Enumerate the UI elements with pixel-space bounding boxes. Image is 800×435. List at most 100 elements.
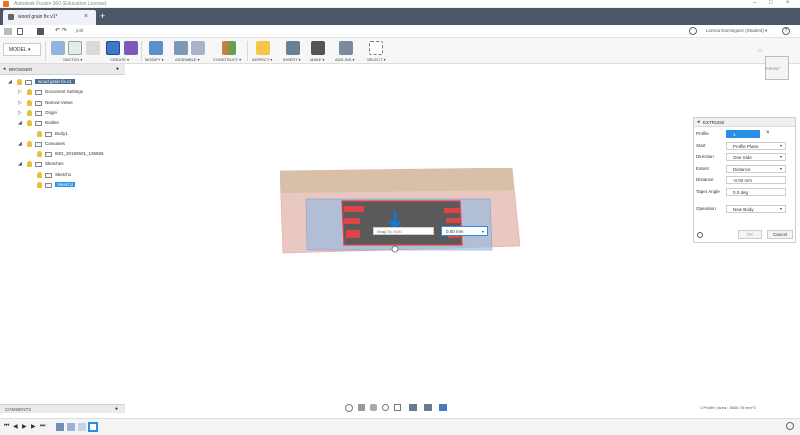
extrude-row-field[interactable]: 1 selected (726, 130, 760, 142)
clock-icon[interactable] (689, 27, 697, 35)
viewports-icon[interactable] (439, 404, 447, 411)
canvas-image-view[interactable] (280, 168, 520, 255)
browser-item[interactable]: Body1 (0, 130, 125, 139)
new-tab-button[interactable]: + (100, 11, 105, 21)
play-icon[interactable]: ▶ (22, 423, 27, 430)
go-to-start-icon[interactable]: ⏮ (4, 423, 9, 430)
pin-icon[interactable]: ● (116, 66, 119, 72)
extrude-icon[interactable] (106, 41, 120, 55)
add-ins-group-label[interactable]: ADD-INS ▾ (335, 57, 355, 62)
timeline-sketch-icon[interactable] (67, 423, 75, 431)
fit-icon[interactable] (394, 404, 401, 411)
timeline-settings-icon[interactable] (786, 422, 794, 430)
rectangle-icon[interactable] (86, 41, 100, 55)
collapse-icon[interactable]: ◂ (3, 66, 6, 72)
close-tab-icon[interactable]: × (84, 13, 88, 20)
browser-item[interactable]: IMG_20190501_135656 (0, 150, 125, 159)
app-grid-icon[interactable] (4, 28, 12, 35)
zoom-icon[interactable] (382, 404, 389, 411)
file-menu-icon[interactable] (17, 28, 23, 35)
measure-icon[interactable] (256, 41, 270, 55)
grid-settings-icon[interactable] (424, 404, 432, 411)
browser-item[interactable]: ▷ Origin (0, 109, 125, 118)
dropdown-icon[interactable]: ▾ (780, 154, 782, 159)
home-icon[interactable]: ⌂ (758, 48, 762, 54)
create-sketch-icon[interactable] (51, 41, 65, 55)
extrude-row-field[interactable]: Distance (726, 164, 786, 173)
close-window-button[interactable]: × (786, 0, 790, 6)
browser-item[interactable]: Sketch2 (0, 181, 125, 190)
visibility-bulb-icon[interactable] (27, 120, 32, 127)
browser-item[interactable]: Sketch1 (0, 171, 125, 180)
user-menu[interactable]: Lorena Dominguez (Student) ▾ (706, 28, 767, 34)
step-back-icon[interactable]: ◀ (13, 423, 18, 430)
browser-item[interactable]: ◢ Canvases (0, 140, 125, 149)
undo-redo-icon[interactable]: ↶ ↷ (55, 27, 67, 34)
visibility-bulb-icon[interactable] (37, 130, 42, 137)
extrude-row-field[interactable]: 0.0 deg (726, 187, 786, 196)
display-settings-icon[interactable] (409, 404, 417, 411)
document-tab[interactable]: wood grain fix v1* × (3, 10, 96, 25)
viewcube[interactable]: FRONT ⌂ (758, 48, 792, 82)
dropdown-icon[interactable]: ▾ (780, 166, 782, 171)
visibility-bulb-icon[interactable] (27, 89, 32, 96)
expand-arrow-icon[interactable]: ◢ (18, 120, 22, 126)
comments-panel[interactable]: COMMENTS ● (0, 404, 125, 413)
expand-arrow-icon[interactable]: ◢ (18, 161, 22, 167)
visibility-bulb-icon[interactable] (27, 161, 32, 168)
inspect-group-label[interactable]: INSPECT ▾ (252, 57, 272, 62)
line-icon[interactable] (68, 41, 82, 55)
browser-item[interactable]: ▷ Named Views (0, 99, 125, 108)
visibility-bulb-icon[interactable] (27, 99, 32, 106)
go-to-end-icon[interactable]: ⏭ (40, 423, 45, 430)
expand-arrow-icon[interactable]: ◢ (18, 141, 22, 147)
distance-input[interactable]: 0.00 mm ▾ (441, 226, 488, 236)
construct-group-label[interactable]: CONSTRUCT ▾ (213, 57, 241, 62)
visibility-bulb-icon[interactable] (27, 109, 32, 116)
3d-print-icon[interactable] (311, 41, 325, 55)
visibility-bulb-icon[interactable] (37, 171, 42, 178)
maximize-button[interactable]: □ (769, 0, 773, 6)
expand-arrow-icon[interactable]: ▷ (18, 89, 22, 95)
joint-icon[interactable] (191, 41, 205, 55)
minimize-button[interactable]: – (753, 0, 756, 6)
browser-item[interactable]: ◢ wood grain fix v1 (0, 78, 125, 87)
timeline-canvas-icon[interactable] (56, 423, 64, 431)
offset-plane-icon[interactable] (222, 41, 236, 55)
browser-item[interactable]: ◢ Bodies (0, 119, 125, 128)
step-forward-icon[interactable]: ▶ (31, 423, 36, 430)
insert-image-icon[interactable] (286, 41, 300, 55)
visibility-bulb-icon[interactable] (27, 140, 32, 147)
orbit-icon[interactable] (345, 404, 353, 412)
new-component-icon[interactable] (174, 41, 188, 55)
workspace-switcher[interactable]: MODEL ▾ (3, 43, 41, 56)
browser-header[interactable]: ◂ BROWSER ● (0, 64, 125, 75)
press-pull-icon[interactable] (149, 41, 163, 55)
extrude-row-field[interactable]: Profile Plane (726, 141, 786, 150)
scripts-icon[interactable] (339, 41, 353, 55)
extrude-row-field[interactable]: -0.00 mm (726, 176, 786, 184)
look-at-icon[interactable] (358, 404, 365, 411)
extrude-row-field[interactable]: One Side (726, 153, 786, 161)
visibility-bulb-icon[interactable] (37, 182, 42, 188)
browser-item[interactable]: ◢ Sketches (0, 160, 125, 169)
modify-group-label[interactable]: MODIFY ▾ (145, 57, 164, 62)
expand-arrow-icon[interactable]: ▷ (18, 110, 22, 116)
expand-arrow-icon[interactable]: ◢ (8, 79, 12, 85)
select-group-label[interactable]: SELECT ▾ (367, 57, 386, 62)
create-form-icon[interactable] (124, 41, 138, 55)
sketch-group-label[interactable]: SKETCH ▾ (63, 57, 82, 62)
dropdown-icon[interactable]: ▾ (780, 143, 782, 148)
add-comment-icon[interactable]: ● (115, 406, 118, 412)
timeline-sketch-icon[interactable] (78, 423, 86, 431)
insert-group-label[interactable]: INSERT ▾ (283, 57, 301, 62)
assemble-group-label[interactable]: ASSEMBLE ▾ (175, 57, 200, 62)
help-icon[interactable]: ? (782, 27, 790, 35)
timeline-marker[interactable] (88, 422, 98, 432)
info-icon[interactable] (697, 232, 703, 238)
pan-icon[interactable] (370, 404, 377, 411)
visibility-bulb-icon[interactable] (17, 79, 22, 85)
dropdown-icon[interactable]: ▾ (482, 229, 484, 234)
save-icon[interactable] (37, 28, 44, 35)
cancel-button[interactable]: Cancel (767, 230, 793, 239)
